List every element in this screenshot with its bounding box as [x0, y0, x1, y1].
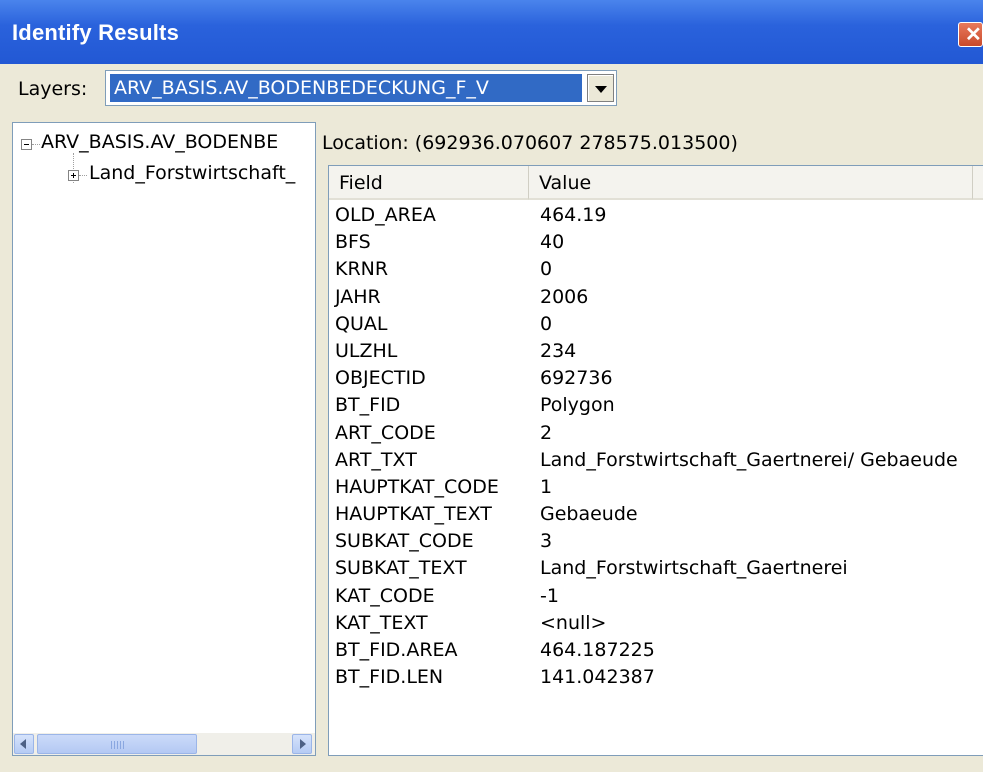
scroll-right-button[interactable] — [292, 734, 312, 754]
table-row[interactable]: BT_FID.AREA 464.187225 — [329, 637, 983, 664]
chevron-left-icon — [20, 739, 26, 749]
chevron-right-icon — [300, 739, 306, 749]
column-header-filler — [973, 166, 983, 200]
tree-node-feature[interactable]: Land_Forstwirtschaft_ — [89, 162, 295, 184]
field-name: OBJECTID — [335, 367, 426, 390]
horizontal-scrollbar[interactable] — [13, 733, 315, 755]
field-name: ART_TXT — [335, 448, 417, 471]
table-row[interactable]: ART_CODE 2 — [329, 420, 983, 447]
table-header: Field Value — [329, 166, 983, 200]
field-value: 0 — [540, 312, 553, 335]
field-value: 464.187225 — [540, 639, 655, 661]
field-value: 2 — [540, 421, 553, 444]
field-value: 40 — [540, 231, 565, 254]
close-icon: ✕ — [965, 24, 982, 46]
location-readout: Location: (692936.070607 278575.013500) — [322, 132, 738, 154]
field-name: ULZHL — [335, 339, 398, 362]
table-row[interactable]: OLD_AREA 464.19 — [329, 202, 983, 229]
field-name: QUAL — [335, 312, 388, 335]
tree-connector — [79, 175, 87, 177]
table-row[interactable]: SUBKAT_CODE 3 — [329, 528, 983, 555]
layers-dropdown[interactable]: ARV_BASIS.AV_BODENBEDECKUNG_F_V — [105, 70, 617, 106]
field-name: HAUPTKAT_TEXT — [335, 503, 492, 526]
field-name: OLD_AREA — [335, 204, 436, 226]
field-value: 692736 — [540, 367, 613, 390]
field-value: Land_Forstwirtschaft_Gaertnerei/ Gebaeud… — [540, 448, 958, 471]
field-name: BFS — [335, 231, 371, 254]
field-name: BT_FID — [335, 394, 401, 417]
attribute-table[interactable]: Field Value OLD_AREA 464.19 BFS 40 KRNR 0 JAHR… — [328, 165, 983, 756]
table-row[interactable]: OBJECTID 692736 — [329, 365, 983, 392]
expand-icon[interactable] — [68, 170, 79, 181]
table-row[interactable]: BFS 40 — [329, 229, 983, 256]
field-value: 234 — [540, 339, 577, 362]
tree-node-layer[interactable]: ARV_BASIS.AV_BODENBE — [41, 131, 278, 153]
scroll-thumb[interactable] — [37, 734, 197, 754]
table-body: OLD_AREA 464.19 BFS 40 KRNR 0 JAHR 2006 QUAL 0 ULZ… — [329, 202, 983, 691]
field-value: 3 — [540, 530, 553, 553]
table-row[interactable]: HAUPTKAT_CODE 1 — [329, 474, 983, 501]
table-row[interactable]: KAT_TEXT <null> — [329, 610, 983, 637]
field-value: <null> — [540, 611, 607, 634]
field-value: 141.042387 — [540, 666, 655, 689]
close-button[interactable]: ✕ — [958, 22, 983, 47]
field-name: HAUPTKAT_CODE — [335, 475, 499, 498]
tree-connector — [32, 144, 40, 146]
field-name: JAHR — [335, 285, 381, 308]
field-value: 2006 — [540, 285, 589, 308]
table-row[interactable]: ULZHL 234 — [329, 338, 983, 365]
field-value: Polygon — [540, 394, 615, 417]
field-value: 464.19 — [540, 204, 607, 226]
field-value: -1 — [540, 584, 559, 607]
dropdown-button[interactable] — [587, 74, 614, 102]
grip-icon — [111, 741, 125, 749]
field-name: KRNR — [335, 258, 389, 281]
table-row[interactable]: BT_FID Polygon — [329, 392, 983, 419]
collapse-icon[interactable] — [21, 139, 32, 150]
table-row[interactable]: KAT_CODE -1 — [329, 583, 983, 610]
field-name: SUBKAT_TEXT — [335, 557, 467, 580]
field-name: KAT_CODE — [335, 584, 435, 607]
table-row[interactable]: QUAL 0 — [329, 311, 983, 338]
table-row[interactable]: SUBKAT_TEXT Land_Forstwirtschaft_Gaertner… — [329, 555, 983, 582]
field-name: ART_CODE — [335, 421, 436, 444]
column-header-field[interactable]: Field — [329, 166, 529, 200]
field-value: Land_Forstwirtschaft_Gaertnerei — [540, 557, 848, 580]
field-value: 0 — [540, 258, 553, 281]
window-title: Identify Results — [12, 20, 180, 45]
table-row[interactable]: ART_TXT Land_Forstwirtschaft_Gaertnerei/ … — [329, 447, 983, 474]
results-tree[interactable]: ARV_BASIS.AV_BODENBE Land_Forstwirtschaf… — [12, 122, 316, 756]
field-name: BT_FID.LEN — [335, 666, 444, 689]
field-name: SUBKAT_CODE — [335, 530, 474, 553]
table-row[interactable]: HAUPTKAT_TEXT Gebaeude — [329, 501, 983, 528]
field-name: KAT_TEXT — [335, 611, 428, 634]
chevron-down-icon — [595, 86, 607, 93]
field-value: Gebaeude — [540, 503, 638, 526]
layers-selected-value[interactable]: ARV_BASIS.AV_BODENBEDECKUNG_F_V — [109, 73, 583, 103]
layers-label: Layers: — [18, 78, 88, 100]
table-row[interactable]: BT_FID.LEN 141.042387 — [329, 664, 983, 691]
field-value: 1 — [540, 475, 553, 498]
scroll-left-button[interactable] — [14, 734, 34, 754]
title-bar: Identify Results ✕ — [0, 0, 983, 64]
column-header-value[interactable]: Value — [529, 166, 973, 200]
table-row[interactable]: JAHR 2006 — [329, 284, 983, 311]
table-row[interactable]: KRNR 0 — [329, 256, 983, 283]
field-name: BT_FID.AREA — [335, 639, 458, 661]
